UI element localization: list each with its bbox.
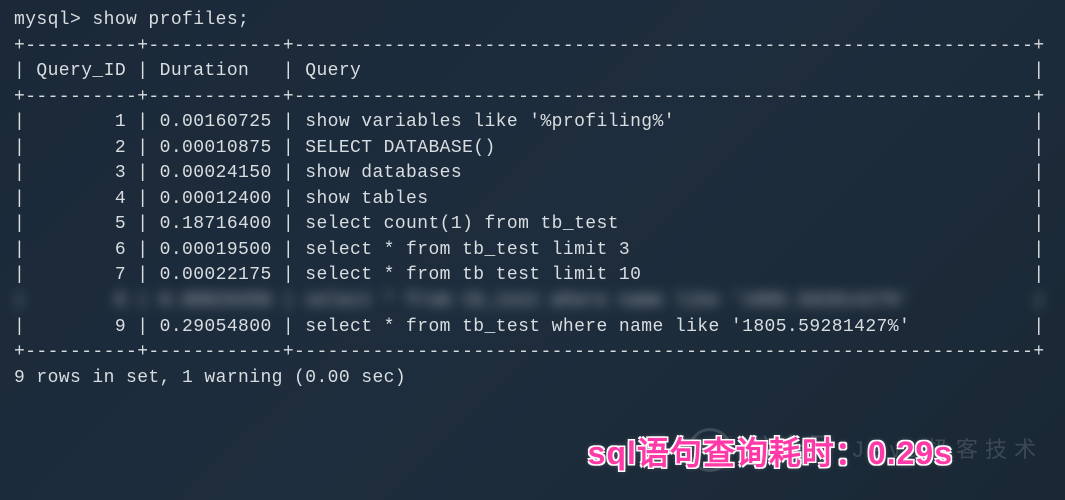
table-header: | Query_ID | Duration | Query | — [14, 59, 1051, 85]
table-row: | 4 | 0.00012400 | show tables | — [14, 187, 1051, 213]
result-footer: 9 rows in set, 1 warning (0.00 sec) — [14, 366, 1051, 392]
table-row: | 8 | 0.00029450 | select * from tb_test… — [14, 289, 1051, 315]
table-border-bottom: +----------+------------+---------------… — [14, 340, 1051, 366]
table-border-mid: +----------+------------+---------------… — [14, 85, 1051, 111]
table-row: | 7 | 0.00022175 | select * from tb test… — [14, 263, 1051, 289]
timing-annotation: sql语句查询耗时：0.29s — [588, 431, 953, 476]
table-row: | 6 | 0.00019500 | select * from tb_test… — [14, 238, 1051, 264]
table-row: | 2 | 0.00010875 | SELECT DATABASE() | — [14, 136, 1051, 162]
table-row: | 3 | 0.00024150 | show databases | — [14, 161, 1051, 187]
table-border-top: +----------+------------+---------------… — [14, 34, 1051, 60]
table-row: | 5 | 0.18716400 | select count(1) from … — [14, 212, 1051, 238]
table-row: | 9 | 0.29054800 | select * from tb_test… — [14, 315, 1051, 341]
mysql-prompt: mysql> show profiles; — [14, 8, 1051, 34]
table-row: | 1 | 0.00160725 | show variables like '… — [14, 110, 1051, 136]
table-body: | 1 | 0.00160725 | show variables like '… — [14, 110, 1051, 340]
